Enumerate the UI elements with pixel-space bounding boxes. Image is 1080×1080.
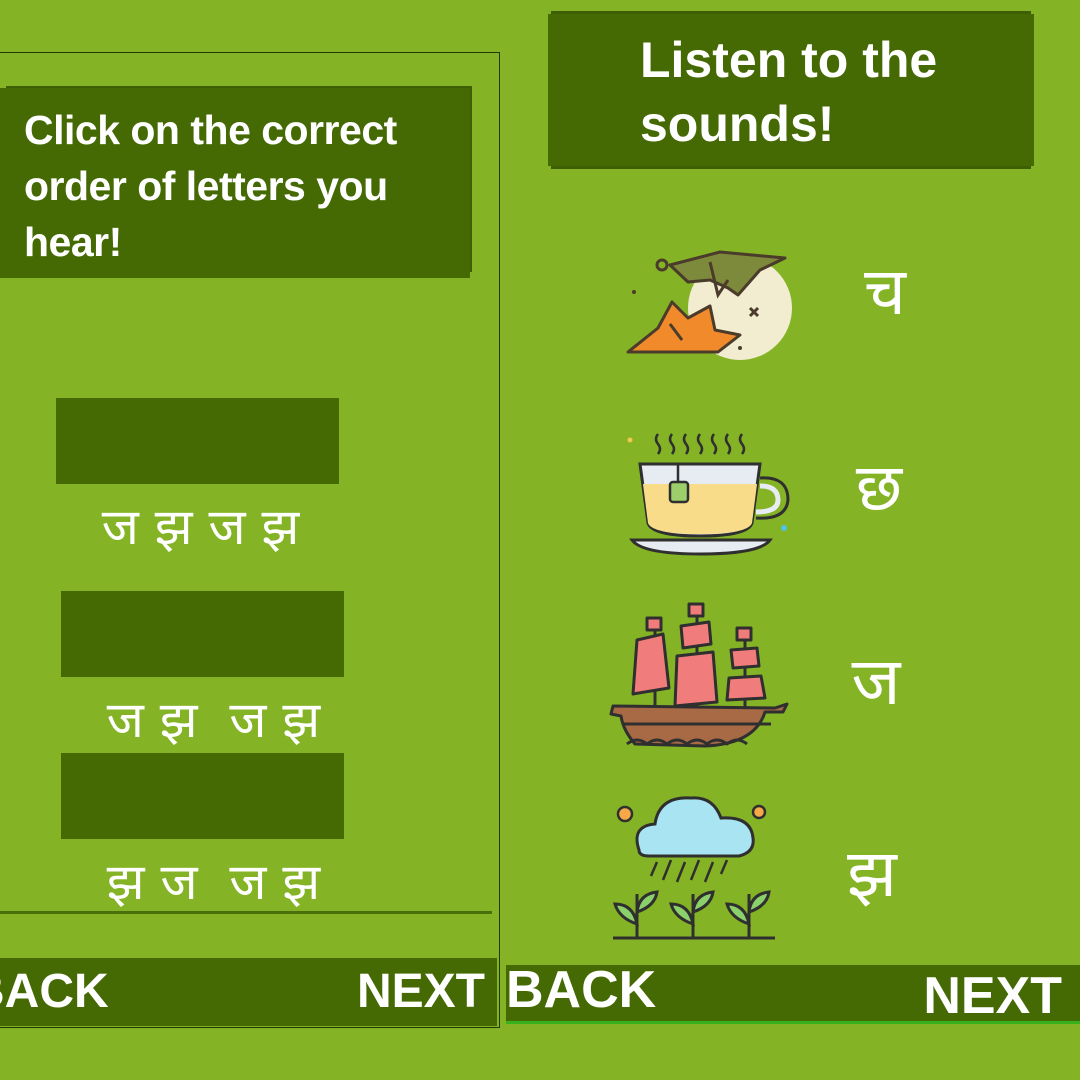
- sound-row-1[interactable]: च: [610, 240, 940, 370]
- rain-cloud-plants-icon: [613, 796, 775, 940]
- title-text: Listen to the sounds!: [640, 32, 938, 152]
- sound-row-2[interactable]: छ: [610, 428, 940, 563]
- sailing-ship-icon: [609, 602, 789, 748]
- back-button[interactable]: BACK: [506, 959, 656, 1021]
- answer-option-2[interactable]: ज झ ज झ: [61, 591, 344, 749]
- next-button[interactable]: NEXT: [357, 958, 485, 1026]
- instruction-box: Click on the correct order of letters yo…: [0, 88, 470, 278]
- answer-option-text: ज झ ज झ: [106, 691, 321, 749]
- sound-row-4[interactable]: झ: [605, 790, 935, 950]
- letter-label: ज: [851, 643, 901, 720]
- answer-option-3[interactable]: झ ज ज झ: [61, 753, 344, 911]
- instruction-text: Click on the correct order of letters yo…: [24, 107, 397, 265]
- next-button[interactable]: NEXT: [923, 965, 1062, 1027]
- sound-row-3[interactable]: ज: [605, 598, 935, 758]
- answer-option-1[interactable]: ज झ ज झ: [56, 398, 339, 556]
- title-box: Listen to the sounds!: [548, 14, 1034, 166]
- right-nav-bar: BACK NEXT: [506, 961, 1080, 1027]
- birds-flying-icon: [626, 250, 792, 360]
- letter-label: च: [864, 253, 906, 330]
- divider: [0, 911, 492, 914]
- letter-label: झ: [847, 835, 897, 912]
- answer-option-text: ज झ ज झ: [101, 498, 300, 556]
- left-nav-bar: BACK NEXT: [0, 958, 497, 1026]
- letter-label: छ: [855, 449, 903, 526]
- back-button[interactable]: BACK: [0, 958, 109, 1026]
- tea-cup-icon: [627, 433, 790, 556]
- answer-option-text: झ ज ज झ: [106, 853, 321, 911]
